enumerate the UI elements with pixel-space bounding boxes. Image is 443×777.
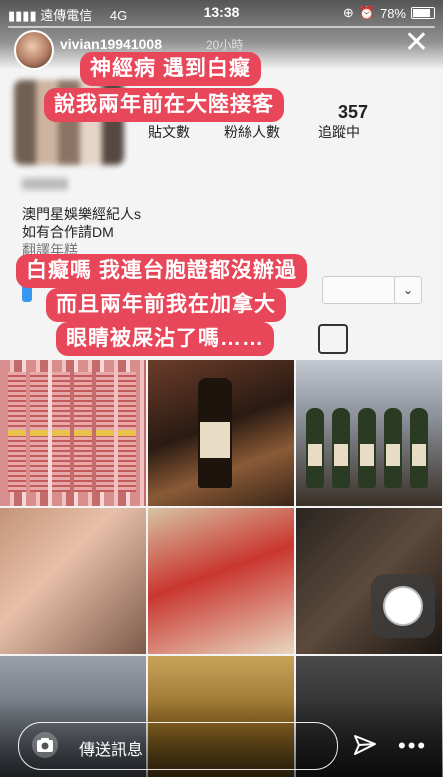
battery-icon — [411, 7, 435, 19]
story-caption: 而且兩年前我在加拿大 — [46, 288, 286, 322]
bio-line: 如有合作請DM — [22, 224, 114, 240]
close-icon[interactable]: ✕ — [404, 28, 429, 58]
story-caption: 神經病 遇到白癡 — [80, 52, 261, 86]
story-progress-bar — [8, 26, 435, 28]
grid-photo-portrait[interactable] — [0, 508, 146, 654]
chevron-down-icon[interactable]: ⌄ — [394, 276, 422, 304]
posts-label: 貼文數 — [148, 124, 190, 140]
following-label: 追蹤中 — [318, 124, 360, 140]
reply-placeholder: 傳送訊息 — [79, 742, 144, 759]
grid-photo-wine-bottle[interactable] — [148, 360, 294, 506]
more-icon[interactable]: ••• — [398, 735, 427, 757]
battery-percent: 78% — [379, 5, 406, 21]
story-screen: ▮▮▮▮ 遠傳電信 4G 13:38 ⊕ ⏰ 78% vivian1994100… — [0, 0, 443, 777]
reply-input[interactable]: 傳送訊息 — [18, 722, 338, 770]
story-caption: 眼睛被屎沾了嗎…… — [56, 322, 274, 356]
bio-line: 澳門星娛樂經紀人s — [22, 206, 141, 222]
assistive-touch-button[interactable] — [371, 574, 435, 638]
bio-name-blurred — [22, 178, 68, 190]
grid-photo-kimono[interactable] — [148, 508, 294, 654]
send-icon[interactable] — [352, 732, 378, 758]
alarm-icon: ⏰ — [358, 5, 375, 20]
story-avatar[interactable] — [14, 30, 54, 70]
orientation-lock-icon: ⊕ — [342, 5, 354, 20]
tagged-photos-icon[interactable] — [318, 324, 348, 354]
story-username[interactable]: vivian19941008 — [60, 36, 162, 52]
status-right: ⊕ ⏰ 78% — [343, 5, 435, 21]
following-count: 357 — [338, 102, 369, 122]
story-caption: 白癡嗎 我連台胞證都沒辦過 — [16, 254, 307, 288]
followers-label: 粉絲人數 — [224, 124, 280, 140]
grid-photo-cash[interactable] — [0, 360, 146, 506]
camera-icon[interactable] — [31, 731, 59, 759]
status-bar: ▮▮▮▮ 遠傳電信 4G 13:38 ⊕ ⏰ 78% — [0, 0, 443, 26]
grid-photo-wine-collection[interactable] — [296, 360, 442, 506]
story-caption: 說我兩年前在大陸接客 — [44, 88, 284, 122]
story-time-ago: 20小時 — [206, 38, 244, 52]
